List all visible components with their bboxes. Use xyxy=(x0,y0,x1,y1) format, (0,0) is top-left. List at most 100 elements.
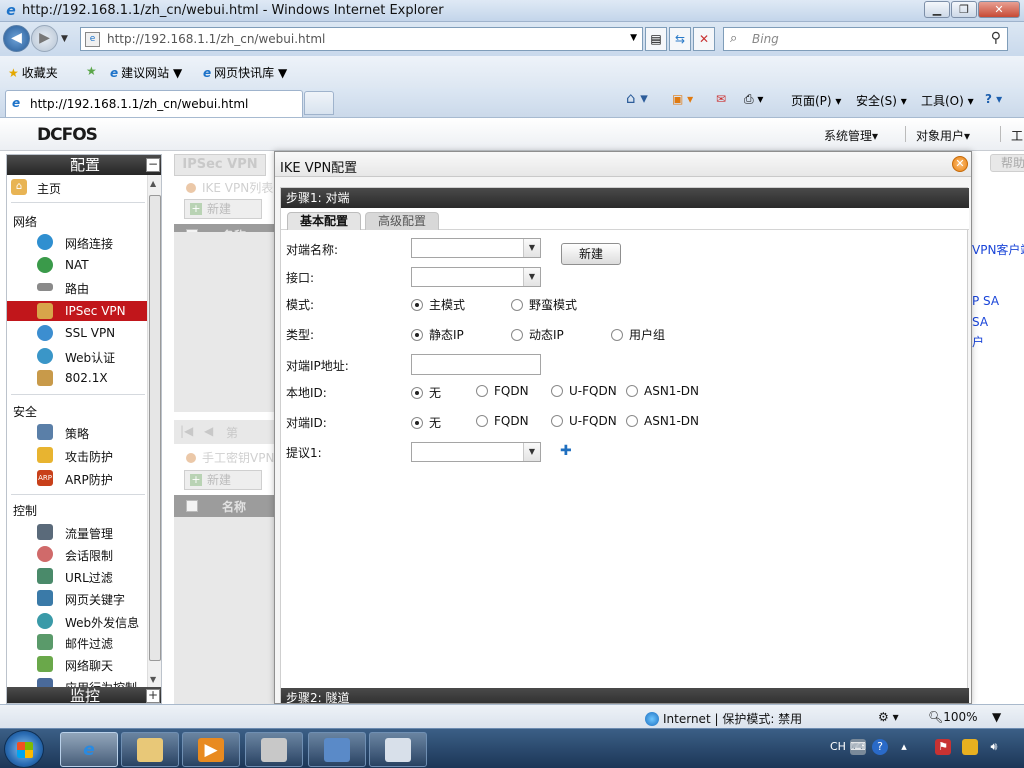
mode-main-radio[interactable]: 主模式 xyxy=(411,296,465,313)
address-bar[interactable]: e http://192.168.1.1/zh_cn/webui.html ▼ xyxy=(80,27,643,51)
new-tab-button[interactable] xyxy=(304,91,334,115)
peer-ip-input[interactable] xyxy=(411,354,541,375)
sidebar-item-traffic[interactable]: 流量管理 xyxy=(7,522,147,542)
link-p-sa[interactable]: P SA xyxy=(972,294,999,308)
forward-button[interactable]: ▶ xyxy=(31,25,58,52)
scroll-up-icon[interactable]: ▲ xyxy=(150,179,156,188)
favorites-button[interactable]: ★ 收藏夹 xyxy=(8,64,58,81)
prev-page-icon[interactable]: ◀ xyxy=(204,424,213,438)
proposal-select[interactable]: ▼ xyxy=(411,442,541,462)
sidebar-item-nat[interactable]: NAT xyxy=(7,255,147,275)
chevron-down-icon[interactable]: ▼ xyxy=(523,443,540,461)
peer-id-none-radio[interactable]: 无 xyxy=(411,414,441,431)
sidebar-item-8021x[interactable]: 802.1X xyxy=(7,368,147,388)
zone-indicator[interactable]: Internet | 保护模式: 禁用 xyxy=(645,710,802,727)
local-id-none-radio[interactable]: 无 xyxy=(411,384,441,401)
sidebar-item-keywords[interactable]: 网页关键字 xyxy=(7,588,147,608)
maximize-button[interactable]: ❐ xyxy=(951,1,977,18)
tab-basic-config[interactable]: 基本配置 xyxy=(287,212,362,230)
zoom-dropdown-icon[interactable]: ▼ xyxy=(992,710,1001,724)
select-all-checkbox[interactable] xyxy=(186,500,198,512)
peer-id-ufqdn-radio[interactable]: U-FQDN xyxy=(551,414,617,428)
mode-aggressive-radio[interactable]: 野蛮模式 xyxy=(511,296,577,313)
sidebar-item-route[interactable]: 路由 xyxy=(7,277,147,297)
start-button[interactable] xyxy=(4,730,44,768)
new-manual-button[interactable]: + 新建 xyxy=(184,470,262,490)
action-center-icon[interactable]: ⚑ xyxy=(935,739,951,755)
sidebar-item-session-limit[interactable]: 会话限制 xyxy=(7,544,147,564)
menu-objects-users[interactable]: 对象用户▾ xyxy=(916,127,970,144)
taskbar-ie[interactable]: e xyxy=(60,732,118,767)
print-icon[interactable]: ⎙ ▾ xyxy=(744,92,763,107)
sidebar-item-url-filter[interactable]: URL过滤 xyxy=(7,566,147,586)
sidebar-item-web-auth[interactable]: Web认证 xyxy=(7,346,147,366)
sidebar-footer[interactable]: 监控 + xyxy=(7,687,161,703)
new-ike-button[interactable]: + 新建 xyxy=(184,199,262,219)
chevron-down-icon[interactable]: ▼ xyxy=(523,239,540,257)
taskbar-app-6[interactable] xyxy=(369,732,427,767)
close-window-button[interactable]: ✕ xyxy=(978,1,1020,18)
history-dropdown-icon[interactable]: ▼ xyxy=(61,34,68,44)
minimize-button[interactable]: ▁ xyxy=(924,1,950,18)
menu-system-management[interactable]: 系统管理▾ xyxy=(824,127,878,144)
compatibility-view-icon[interactable]: ▤ xyxy=(645,27,667,51)
chevron-down-icon[interactable]: ▼ xyxy=(523,268,540,286)
peer-name-select[interactable]: ▼ xyxy=(411,238,541,258)
search-placeholder[interactable]: Bing xyxy=(752,32,779,46)
read-mail-icon[interactable]: ✉ xyxy=(716,92,726,106)
expand-icon[interactable]: + xyxy=(146,689,160,703)
add-favorites-icon[interactable]: ★ xyxy=(86,64,100,78)
taskbar-app-5[interactable] xyxy=(308,732,366,767)
address-url[interactable]: http://192.168.1.1/zh_cn/webui.html xyxy=(107,32,325,46)
link-vpn-client[interactable]: VPN客户端 xyxy=(972,241,1024,258)
taskbar-app-4[interactable] xyxy=(245,732,303,767)
scroll-down-icon[interactable]: ▼ xyxy=(150,675,156,684)
sidebar-scrollbar[interactable]: ▲ ▼ xyxy=(147,175,161,687)
tab-ipsec-vpn[interactable]: IPSec VPN xyxy=(174,154,266,176)
sidebar-item-home[interactable]: ⌂ 主页 xyxy=(7,177,147,197)
address-dropdown-icon[interactable]: ▼ xyxy=(630,33,637,43)
add-proposal-icon[interactable]: ✚ xyxy=(560,444,572,458)
help-tray-icon[interactable]: ? xyxy=(872,739,888,755)
tab-advanced-config[interactable]: 高级配置 xyxy=(365,212,440,230)
peer-id-asn1-radio[interactable]: ASN1-DN xyxy=(626,414,699,428)
taskbar-media-player[interactable]: ▶ xyxy=(182,732,240,767)
menu-tools-partial[interactable]: 工 xyxy=(1011,127,1023,144)
home-icon[interactable]: ⌂ ▾ xyxy=(626,89,648,107)
new-peer-button[interactable]: 新建 xyxy=(561,243,621,265)
safety-menu[interactable]: 安全(S) ▾ xyxy=(856,92,907,109)
sidebar-item-attack-defense[interactable]: 攻击防护 xyxy=(7,445,147,465)
local-id-fqdn-radio[interactable]: FQDN xyxy=(476,384,529,398)
sidebar-item-network-connection[interactable]: 网络连接 xyxy=(7,232,147,252)
type-dynamic-radio[interactable]: 动态IP xyxy=(511,326,564,343)
volume-icon[interactable]: 🔊︎ xyxy=(986,739,1002,755)
suggested-sites-link[interactable]: e 建议网站 ▼ xyxy=(110,64,182,81)
help-button[interactable]: 帮助 xyxy=(990,154,1024,172)
feeds-icon[interactable]: ▣ ▾ xyxy=(672,92,693,106)
language-indicator[interactable]: CH xyxy=(830,740,846,753)
type-static-radio[interactable]: 静态IP xyxy=(411,326,464,343)
keyboard-icon[interactable]: ⌨ xyxy=(850,739,866,755)
interface-select[interactable]: ▼ xyxy=(411,267,541,287)
network-icon[interactable] xyxy=(962,739,978,755)
taskbar-explorer[interactable] xyxy=(121,732,179,767)
link-user[interactable]: 户 xyxy=(972,333,984,350)
sidebar-item-mail-filter[interactable]: 邮件过滤 xyxy=(7,632,147,652)
collapse-icon[interactable]: − xyxy=(146,158,160,172)
sidebar-item-ipsec-vpn[interactable]: IPSec VPN xyxy=(7,301,147,321)
type-usergroup-radio[interactable]: 用户组 xyxy=(611,326,665,343)
search-box[interactable]: ⌕ Bing ⚲ xyxy=(723,27,1008,51)
peer-id-fqdn-radio[interactable]: FQDN xyxy=(476,414,529,428)
browser-tab[interactable]: e http://192.168.1.1/zh_cn/webui.html xyxy=(5,90,303,117)
first-page-icon[interactable]: |◀ xyxy=(180,424,193,438)
refresh-icon[interactable]: ⇆ xyxy=(669,27,691,51)
close-icon[interactable]: ✕ xyxy=(952,156,968,172)
sidebar-item-policy[interactable]: 策略 xyxy=(7,422,147,442)
back-button[interactable]: ◀ xyxy=(3,25,30,52)
sidebar-item-ssl-vpn[interactable]: SSL VPN xyxy=(7,323,147,343)
local-id-ufqdn-radio[interactable]: U-FQDN xyxy=(551,384,617,398)
zoom-control[interactable]: 🔍︎100% xyxy=(928,710,978,724)
sidebar-item-arp-defense[interactable]: ARP ARP防护 xyxy=(7,468,147,488)
help-icon[interactable]: ? ▾ xyxy=(985,92,1002,106)
scroll-thumb[interactable] xyxy=(149,195,161,661)
